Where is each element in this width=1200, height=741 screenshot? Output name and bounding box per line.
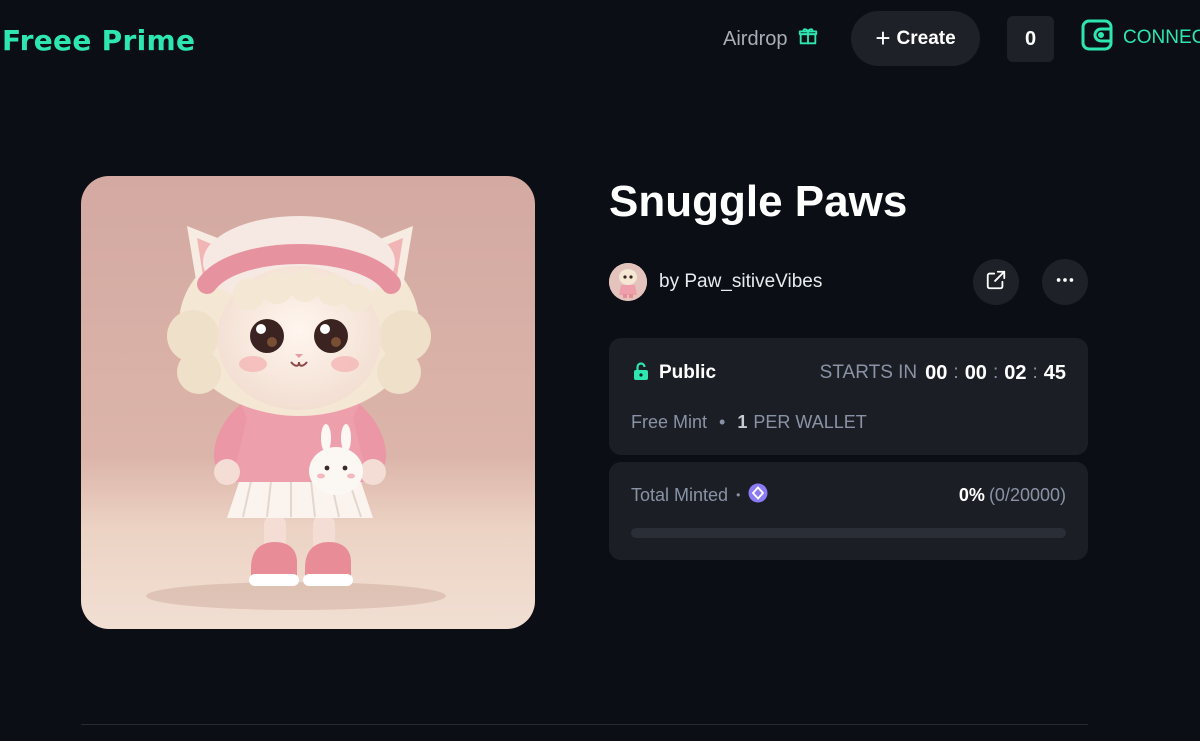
- countdown-minutes: 02: [1004, 361, 1027, 384]
- per-wallet-label: PER WALLET: [753, 412, 867, 432]
- total-minted-label: Total Minted: [631, 484, 729, 505]
- more-icon: [1054, 269, 1076, 296]
- minted-progress-bar: [631, 528, 1066, 538]
- external-link-icon: [985, 269, 1007, 296]
- creator-avatar: [609, 263, 647, 301]
- countdown-days: 00: [925, 361, 948, 384]
- mint-phase-card[interactable]: Public STARTS IN 00 : 00 : 02 : 45 Free …: [609, 338, 1088, 455]
- countdown-seconds: 45: [1043, 361, 1066, 384]
- price-label: Free Mint: [631, 412, 708, 432]
- connect-wallet-button[interactable]: CONNEC: [1080, 18, 1200, 58]
- countdown-separator: :: [992, 362, 999, 383]
- phase-name: Public: [659, 362, 717, 383]
- total-minted-card: Total Minted • 0% (0/20000): [609, 462, 1088, 560]
- airdrop-link[interactable]: Airdrop: [723, 24, 819, 54]
- collection-title: Snuggle Paws: [609, 177, 908, 226]
- countdown: STARTS IN 00 : 00 : 02 : 45: [820, 362, 1066, 385]
- collection-artwork: [81, 176, 535, 629]
- counter-value: 0: [1024, 27, 1037, 50]
- connect-label: CONNEC: [1123, 27, 1200, 48]
- countdown-separator: :: [1032, 362, 1038, 383]
- more-options-button[interactable]: [1042, 259, 1088, 305]
- countdown-separator: :: [953, 362, 959, 383]
- separator-dot: •: [719, 412, 726, 432]
- cart-counter[interactable]: 0: [1007, 16, 1054, 62]
- separator-dot: •: [736, 488, 741, 502]
- per-wallet-count: 1: [737, 412, 748, 432]
- creator-name: by Paw_sitiveVibes: [659, 271, 823, 292]
- countdown-hours: 00: [964, 361, 987, 384]
- create-label: Create: [896, 27, 956, 49]
- logo[interactable]: Freee Prime: [2, 24, 195, 57]
- starts-in-label: STARTS IN: [819, 362, 918, 383]
- share-button[interactable]: [973, 259, 1019, 305]
- airdrop-label: Airdrop: [723, 27, 788, 50]
- minted-ratio: (0/20000): [988, 484, 1066, 505]
- chain-icon: [748, 483, 768, 508]
- per-wallet-limit: 1 PER WALLET: [737, 412, 866, 433]
- unlock-icon: [631, 361, 651, 386]
- mint-page: Freee Prime Airdrop + Create 0 CONNEC Sn…: [0, 0, 1200, 741]
- create-button[interactable]: + Create: [851, 11, 980, 66]
- wallet-icon: [1080, 18, 1114, 58]
- gift-icon: [797, 25, 819, 53]
- section-divider: [81, 724, 1088, 725]
- minted-percent: 0%: [958, 484, 985, 505]
- creator-link[interactable]: by Paw_sitiveVibes: [609, 262, 822, 302]
- plus-icon: +: [875, 22, 891, 53]
